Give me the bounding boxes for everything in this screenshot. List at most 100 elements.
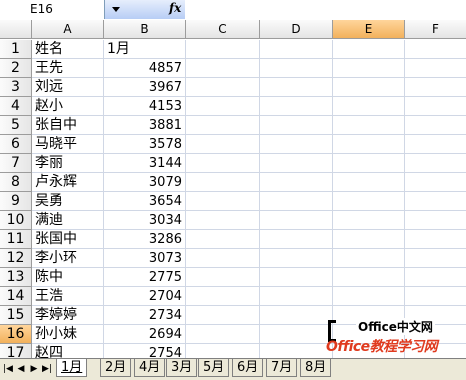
cell-f3[interactable] [405,78,466,97]
cell-e2[interactable] [333,59,405,78]
cell-d8[interactable] [260,173,333,192]
cell-e7[interactable] [333,154,405,173]
cell-f8[interactable] [405,173,466,192]
cell-d10[interactable] [260,211,333,230]
row-header[interactable]: 4 [0,97,32,116]
cell-a15[interactable]: 李婷婷 [32,306,104,325]
name-box[interactable]: E16 [0,0,105,19]
cell-f10[interactable] [405,211,466,230]
cell-c10[interactable] [186,211,260,230]
cell-b10[interactable]: 3034 [104,211,186,230]
cell-e12[interactable] [333,249,405,268]
cell-b5[interactable]: 3881 [104,116,186,135]
cell-b17[interactable]: 2754 [104,344,186,358]
cell-a6[interactable]: 马晓平 [32,135,104,154]
row-header[interactable]: 10 [0,211,32,230]
cell-f12[interactable] [405,249,466,268]
cell-a12[interactable]: 李小环 [32,249,104,268]
cell-f4[interactable] [405,97,466,116]
cell-d17[interactable] [260,344,333,358]
cell-a10[interactable]: 满迪 [32,211,104,230]
column-header-a[interactable]: A [32,20,104,39]
cell-a11[interactable]: 张国中 [32,230,104,249]
select-all-corner[interactable] [0,20,32,39]
cell-a9[interactable]: 吴勇 [32,192,104,211]
cell-f14[interactable] [405,287,466,306]
row-header[interactable]: 6 [0,135,32,154]
row-header[interactable]: 7 [0,154,32,173]
row-header[interactable]: 9 [0,192,32,211]
cell-b7[interactable]: 3144 [104,154,186,173]
cell-d1[interactable] [260,40,333,59]
cell-d6[interactable] [260,135,333,154]
cell-f11[interactable] [405,230,466,249]
cell-e11[interactable] [333,230,405,249]
cell-c4[interactable] [186,97,260,116]
sheet-tab[interactable]: 8月 [300,359,332,377]
row-header[interactable]: 3 [0,78,32,97]
sheet-tab[interactable]: 2月 [100,359,132,377]
cell-d16[interactable] [260,325,333,344]
cell-e14[interactable] [333,287,405,306]
cell-f2[interactable] [405,59,466,78]
cell-d12[interactable] [260,249,333,268]
cell-c15[interactable] [186,306,260,325]
cell-a7[interactable]: 李丽 [32,154,104,173]
cell-d14[interactable] [260,287,333,306]
cell-d4[interactable] [260,97,333,116]
sheet-tab[interactable]: 6月 [232,359,264,377]
cell-e1[interactable] [333,40,405,59]
cell-f6[interactable] [405,135,466,154]
sheet-tab[interactable]: 1月 [56,359,88,377]
cell-a5[interactable]: 张自中 [32,116,104,135]
cell-e8[interactable] [333,173,405,192]
cell-c11[interactable] [186,230,260,249]
cell-e9[interactable] [333,192,405,211]
cell-b4[interactable]: 4153 [104,97,186,116]
cell-c7[interactable] [186,154,260,173]
previous-sheet-button[interactable]: ◀ [15,363,27,375]
row-header[interactable]: 15 [0,306,32,325]
cell-d9[interactable] [260,192,333,211]
cell-a2[interactable]: 王先 [32,59,104,78]
row-header[interactable]: 13 [0,268,32,287]
cell-c6[interactable] [186,135,260,154]
cell-c16[interactable] [186,325,260,344]
row-header[interactable]: 8 [0,173,32,192]
cell-d15[interactable] [260,306,333,325]
last-sheet-button[interactable]: ▶| [41,363,53,375]
cell-b1[interactable]: 1月 [104,40,186,59]
cell-a17[interactable]: 赵四 [32,344,104,358]
cell-d7[interactable] [260,154,333,173]
cell-e4[interactable] [333,97,405,116]
cell-c9[interactable] [186,192,260,211]
next-sheet-button[interactable]: ▶ [28,363,40,375]
cell-b8[interactable]: 3079 [104,173,186,192]
name-box-dropdown[interactable]: fx [104,0,185,19]
column-header-b[interactable]: B [104,20,186,39]
cell-f7[interactable] [405,154,466,173]
cell-c13[interactable] [186,268,260,287]
sheet-tab[interactable]: 4月 [134,359,166,377]
row-header[interactable]: 1 [0,40,32,59]
cell-b2[interactable]: 4857 [104,59,186,78]
row-header[interactable]: 16 [0,325,32,344]
cell-c3[interactable] [186,78,260,97]
column-header-f[interactable]: F [405,20,466,39]
cell-b13[interactable]: 2775 [104,268,186,287]
first-sheet-button[interactable]: |◀ [2,363,14,375]
cell-a1[interactable]: 姓名 [32,40,104,59]
cell-a3[interactable]: 刘远 [32,78,104,97]
cell-c1[interactable] [186,40,260,59]
cell-e5[interactable] [333,116,405,135]
cell-c17[interactable] [186,344,260,358]
cell-d2[interactable] [260,59,333,78]
cell-b3[interactable]: 3967 [104,78,186,97]
cell-d3[interactable] [260,78,333,97]
cell-e10[interactable] [333,211,405,230]
row-header[interactable]: 14 [0,287,32,306]
sheet-tab[interactable]: 5月 [198,359,230,377]
cell-d13[interactable] [260,268,333,287]
cell-c8[interactable] [186,173,260,192]
cell-c5[interactable] [186,116,260,135]
